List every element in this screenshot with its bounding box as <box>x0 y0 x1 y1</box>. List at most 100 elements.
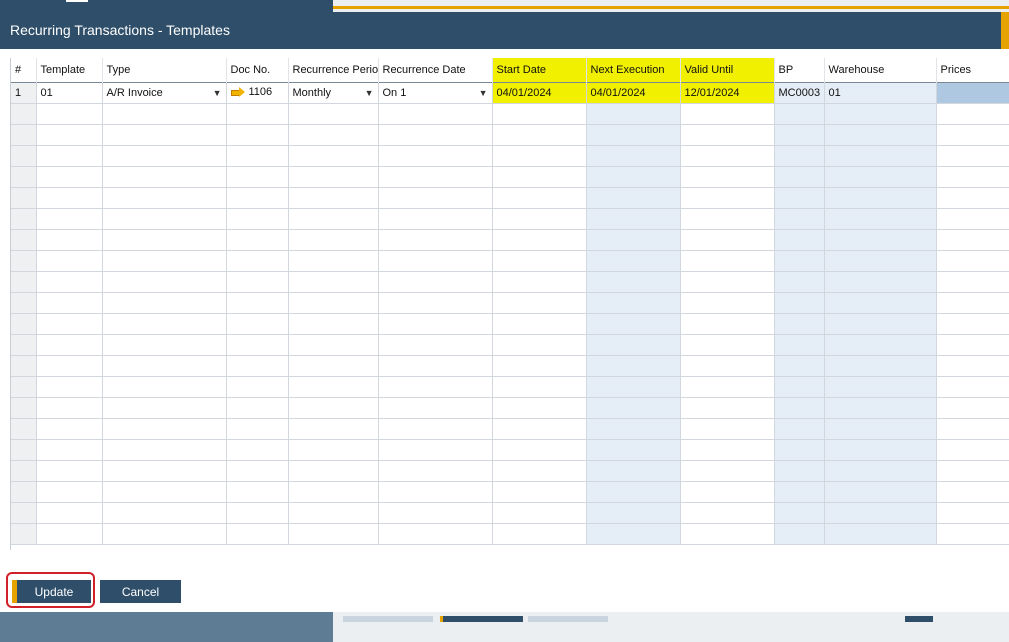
table-row[interactable] <box>11 460 1009 482</box>
empty-cell[interactable] <box>586 124 681 146</box>
empty-cell[interactable] <box>36 502 103 524</box>
empty-cell[interactable] <box>102 103 227 125</box>
empty-cell[interactable] <box>492 523 587 545</box>
empty-cell[interactable] <box>680 250 775 272</box>
empty-cell[interactable] <box>680 166 775 188</box>
empty-cell[interactable] <box>492 187 587 209</box>
empty-cell[interactable] <box>36 166 103 188</box>
table-row[interactable] <box>11 187 1009 209</box>
empty-cell[interactable] <box>936 460 1009 482</box>
empty-cell[interactable] <box>36 418 103 440</box>
empty-cell[interactable] <box>824 271 937 293</box>
empty-cell[interactable] <box>774 292 825 314</box>
cancel-button[interactable]: Cancel <box>100 580 181 603</box>
empty-cell[interactable] <box>102 418 227 440</box>
dropdown-icon[interactable]: ▼ <box>365 88 374 98</box>
table-row[interactable] <box>11 145 1009 167</box>
menu-icon[interactable] <box>66 0 88 8</box>
empty-cell[interactable] <box>774 439 825 461</box>
empty-cell[interactable] <box>492 208 587 230</box>
table-row[interactable]: 1 01 A/R Invoice ▼ 1106 Monthly ▼ On 1 ▼… <box>11 82 1009 104</box>
empty-cell[interactable] <box>680 271 775 293</box>
empty-cell[interactable] <box>774 334 825 356</box>
doc-no-cell[interactable]: 1106 <box>226 82 289 104</box>
empty-cell[interactable] <box>586 397 681 419</box>
empty-cell[interactable] <box>936 502 1009 524</box>
empty-cell[interactable] <box>586 166 681 188</box>
empty-cell[interactable] <box>102 376 227 398</box>
empty-cell[interactable] <box>492 313 587 335</box>
empty-cell[interactable] <box>586 292 681 314</box>
empty-cell[interactable] <box>680 334 775 356</box>
empty-cell[interactable] <box>226 439 289 461</box>
empty-cell[interactable] <box>936 355 1009 377</box>
empty-cell[interactable] <box>288 124 379 146</box>
empty-cell[interactable] <box>378 355 493 377</box>
table-row[interactable] <box>11 271 1009 293</box>
table-row[interactable] <box>11 103 1009 125</box>
empty-cell[interactable] <box>378 397 493 419</box>
empty-cell[interactable] <box>288 334 379 356</box>
empty-cell[interactable] <box>936 418 1009 440</box>
empty-cell[interactable] <box>774 460 825 482</box>
table-row[interactable] <box>11 439 1009 461</box>
empty-cell[interactable] <box>102 313 227 335</box>
empty-cell[interactable] <box>378 460 493 482</box>
col-header-start-date[interactable]: Start Date <box>492 58 587 83</box>
empty-cell[interactable] <box>102 145 227 167</box>
empty-cell[interactable] <box>936 166 1009 188</box>
empty-cell[interactable] <box>824 292 937 314</box>
empty-cell[interactable] <box>586 103 681 125</box>
empty-cell[interactable] <box>824 229 937 251</box>
empty-cell[interactable] <box>936 439 1009 461</box>
empty-cell[interactable] <box>36 271 103 293</box>
empty-cell[interactable] <box>824 355 937 377</box>
empty-cell[interactable] <box>226 229 289 251</box>
type-cell[interactable]: A/R Invoice ▼ <box>102 82 227 104</box>
empty-cell[interactable] <box>288 481 379 503</box>
empty-cell[interactable] <box>378 271 493 293</box>
empty-cell[interactable] <box>492 145 587 167</box>
empty-cell[interactable] <box>936 187 1009 209</box>
template-cell[interactable]: 01 <box>36 82 103 104</box>
empty-cell[interactable] <box>680 460 775 482</box>
empty-cell[interactable] <box>288 355 379 377</box>
empty-cell[interactable] <box>102 334 227 356</box>
table-row[interactable] <box>11 124 1009 146</box>
empty-cell[interactable] <box>288 292 379 314</box>
empty-cell[interactable] <box>288 103 379 125</box>
empty-cell[interactable] <box>378 439 493 461</box>
empty-cell[interactable] <box>936 208 1009 230</box>
dropdown-icon[interactable]: ▼ <box>213 88 222 98</box>
empty-cell[interactable] <box>936 271 1009 293</box>
empty-cell[interactable] <box>36 397 103 419</box>
empty-cell[interactable] <box>680 523 775 545</box>
recurrence-period-cell[interactable]: Monthly ▼ <box>288 82 379 104</box>
col-header-warehouse[interactable]: Warehouse <box>824 58 937 83</box>
col-header-doc-no[interactable]: Doc No. <box>226 58 289 83</box>
empty-cell[interactable] <box>288 208 379 230</box>
empty-cell[interactable] <box>36 313 103 335</box>
col-header-number[interactable]: # <box>11 58 37 83</box>
empty-cell[interactable] <box>936 124 1009 146</box>
empty-cell[interactable] <box>226 292 289 314</box>
table-row[interactable] <box>11 166 1009 188</box>
empty-cell[interactable] <box>936 103 1009 125</box>
empty-cell[interactable] <box>288 460 379 482</box>
empty-cell[interactable] <box>586 187 681 209</box>
empty-cell[interactable] <box>36 250 103 272</box>
empty-cell[interactable] <box>288 523 379 545</box>
empty-cell[interactable] <box>824 187 937 209</box>
empty-cell[interactable] <box>36 229 103 251</box>
empty-cell[interactable] <box>824 523 937 545</box>
empty-cell[interactable] <box>492 103 587 125</box>
empty-cell[interactable] <box>288 187 379 209</box>
empty-cell[interactable] <box>586 250 681 272</box>
col-header-template[interactable]: Template <box>36 58 103 83</box>
empty-cell[interactable] <box>936 313 1009 335</box>
empty-cell[interactable] <box>226 208 289 230</box>
empty-cell[interactable] <box>680 145 775 167</box>
empty-cell[interactable] <box>36 439 103 461</box>
empty-cell[interactable] <box>824 250 937 272</box>
empty-cell[interactable] <box>288 376 379 398</box>
